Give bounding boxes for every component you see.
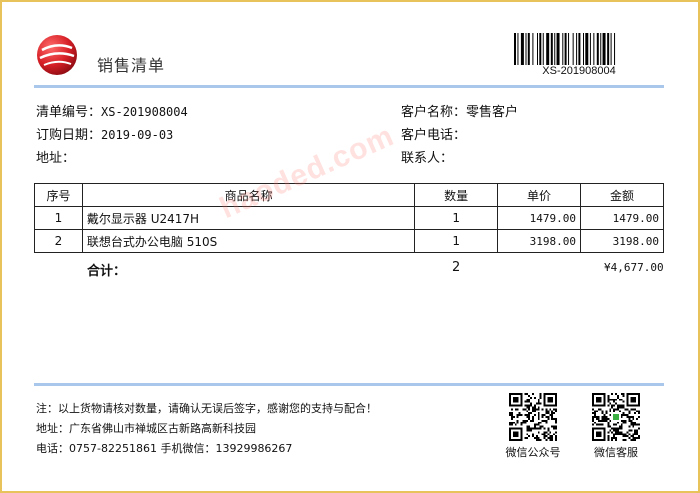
header-divider (34, 85, 664, 88)
qr-public-label: 微信公众号 (505, 446, 561, 459)
footer-divider (34, 383, 664, 386)
qr-service-label: 微信客服 (594, 446, 638, 459)
table-header-row: 序号 商品名称 数量 单价 金额 (34, 183, 664, 207)
total-label: 合计： (87, 264, 127, 279)
row-price: 1479.00 (497, 206, 582, 230)
barcode-number: XS-201908004 (542, 65, 616, 77)
row-no: 2 (34, 229, 83, 253)
customer-contact: 联系人： (401, 151, 454, 166)
header-no: 序号 (34, 183, 83, 207)
row-price: 3198.00 (497, 229, 582, 253)
header-name: 商品名称 (81, 183, 416, 207)
row-name: 联想台式办公电脑 510S (81, 229, 416, 253)
qr-code-icon (509, 393, 557, 441)
header-qty: 数量 (414, 183, 499, 207)
barcode (514, 33, 616, 65)
qr-code-icon (592, 393, 640, 441)
order-date: 订购日期：2019-09-03 (36, 128, 174, 143)
items-table: 序号 商品名称 数量 单价 金额 1 戴尔显示器 U2417H 1 1479.0… (34, 183, 664, 253)
footer-address: 地址：广东省佛山市禅城区古新路高新科技园 (36, 422, 256, 435)
footer-note: 注：以上货物请核对数量，请确认无误后签字，感谢您的支持与配合！ (36, 402, 377, 415)
table-row: 1 戴尔显示器 U2417H 1 1479.00 1479.00 (34, 206, 664, 230)
total-amount: ¥4,677.00 (604, 261, 664, 274)
customer-name: 客户名称：零售客户 (401, 105, 519, 120)
header-amount: 金额 (580, 183, 664, 207)
header-price: 单价 (497, 183, 582, 207)
row-qty: 1 (414, 206, 499, 230)
order-address: 地址： (36, 151, 76, 166)
order-number: 清单编号：XS-201908004 (36, 105, 188, 120)
globe-logo-icon (37, 35, 77, 75)
total-qty: 2 (452, 260, 461, 275)
customer-phone: 客户电话： (401, 128, 467, 143)
table-row: 2 联想台式办公电脑 510S 1 3198.00 3198.00 (34, 229, 664, 253)
row-no: 1 (34, 206, 83, 230)
row-qty: 1 (414, 229, 499, 253)
footer-contact: 电话：0757-82251861 手机微信：13929986267 (36, 442, 293, 455)
row-amount: 1479.00 (580, 206, 664, 230)
row-amount: 3198.00 (580, 229, 664, 253)
row-name: 戴尔显示器 U2417H (81, 206, 416, 230)
document-title: 销售清单 (97, 56, 166, 75)
